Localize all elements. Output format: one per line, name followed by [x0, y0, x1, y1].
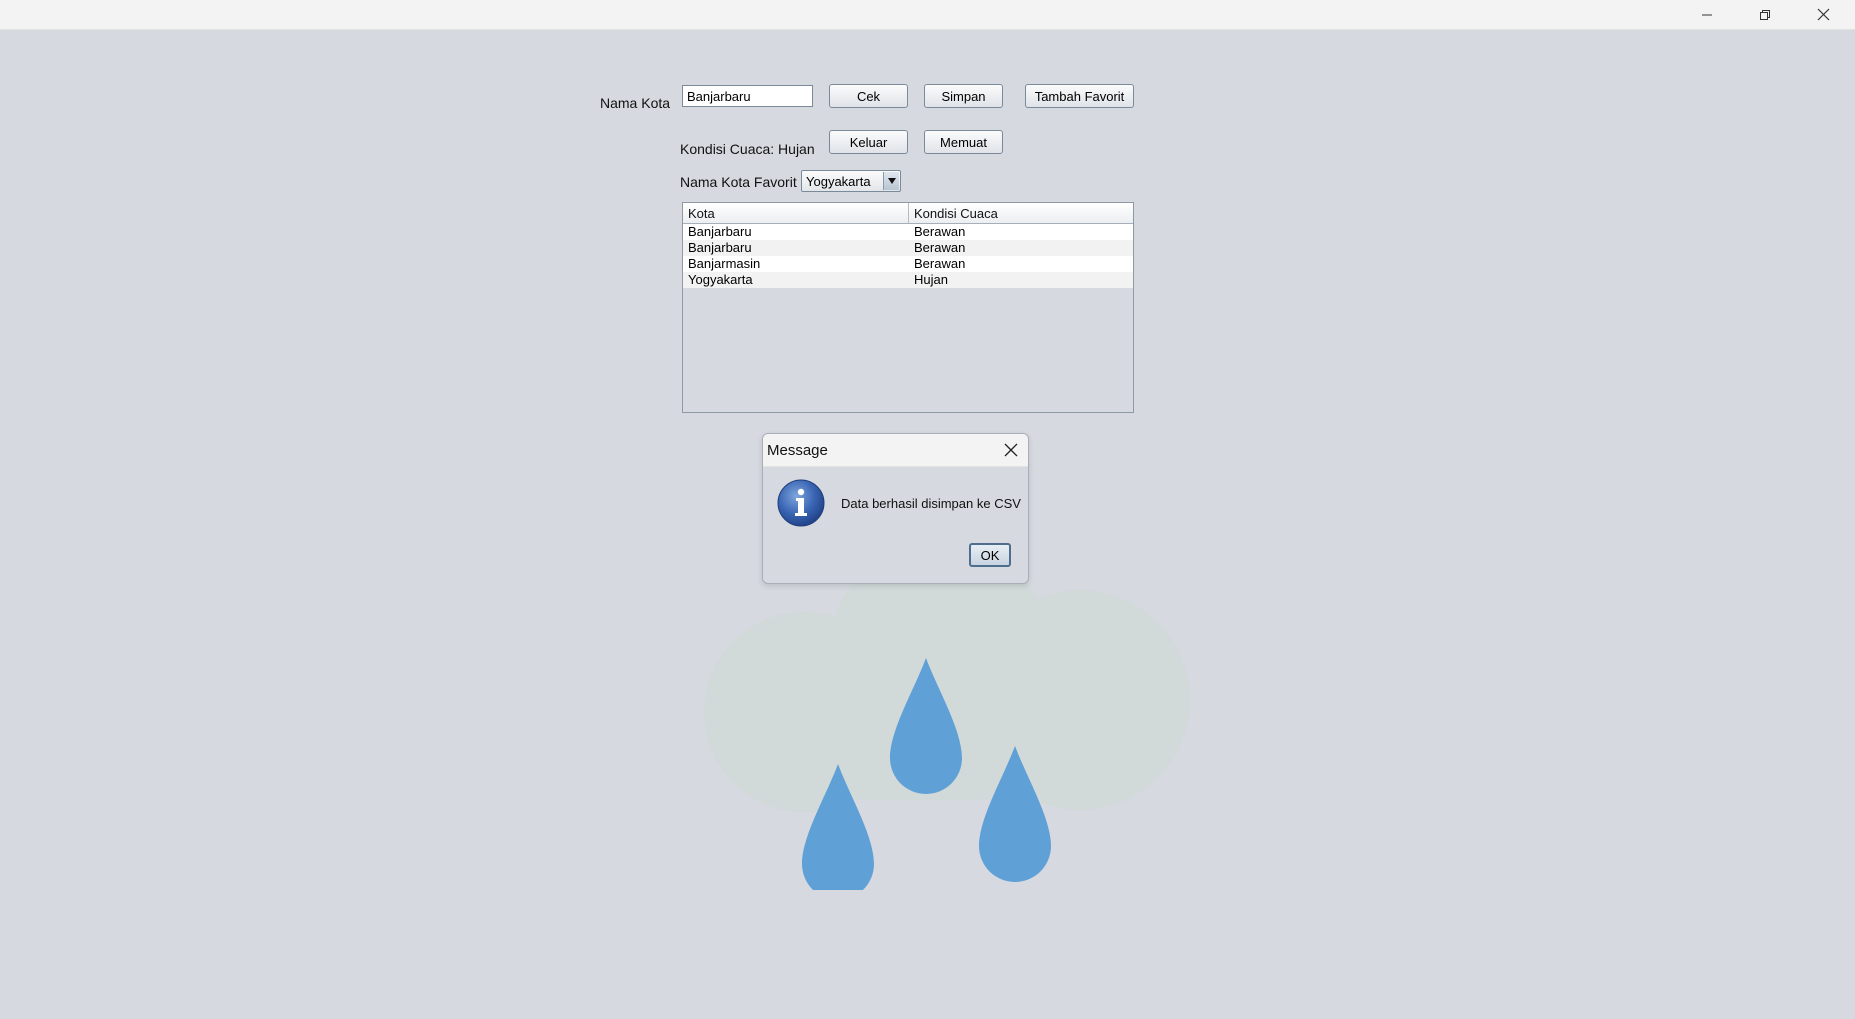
dialog-titlebar[interactable]: Message — [763, 434, 1028, 467]
dialog-message: Data berhasil disimpan ke CSV — [841, 496, 1021, 511]
weather-table[interactable]: Kota Kondisi Cuaca Banjarbaru Berawan Ba… — [682, 202, 1134, 413]
table-header: Kota Kondisi Cuaca — [683, 203, 1133, 224]
table-body: Banjarbaru Berawan Banjarbaru Berawan Ba… — [683, 224, 1133, 288]
cell-kondisi-cuaca: Berawan — [914, 256, 966, 271]
restore-icon — [1760, 9, 1770, 20]
table-row[interactable]: Banjarmasin Berawan — [683, 256, 1133, 272]
minimize-icon — [1702, 14, 1712, 15]
cek-button[interactable]: Cek — [829, 84, 908, 108]
tambah-favorit-button[interactable]: Tambah Favorit — [1025, 84, 1134, 108]
favorite-city-selected: Yogyakarta — [806, 174, 871, 189]
cell-kota: Yogyakarta — [688, 272, 753, 287]
memuat-button[interactable]: Memuat — [924, 130, 1003, 154]
restore-button[interactable] — [1736, 0, 1794, 29]
city-name-label: Nama Kota — [600, 95, 671, 111]
close-icon — [1004, 443, 1018, 457]
cell-kota: Banjarmasin — [688, 256, 761, 271]
column-header-kota[interactable]: Kota — [683, 203, 909, 223]
cell-kondisi-cuaca: Hujan — [914, 272, 948, 287]
table-row[interactable]: Yogyakarta Hujan — [683, 272, 1133, 288]
column-header-kondisi-cuaca[interactable]: Kondisi Cuaca — [909, 203, 1133, 223]
table-row[interactable]: Banjarbaru Berawan — [683, 240, 1133, 256]
message-dialog: Message Data berhasil disimpan ke CSV OK — [762, 433, 1029, 584]
favorite-city-dropdown[interactable]: Yogyakarta — [801, 170, 901, 192]
close-icon — [1817, 8, 1829, 21]
ok-button[interactable]: OK — [969, 543, 1011, 567]
keluar-button[interactable]: Keluar — [829, 130, 908, 154]
dialog-title: Message — [767, 442, 828, 459]
window-titlebar — [0, 0, 1855, 30]
city-name-input[interactable] — [682, 85, 813, 107]
minimize-button[interactable] — [1678, 0, 1736, 29]
chevron-down-icon — [887, 178, 896, 184]
cell-kondisi-cuaca: Berawan — [914, 240, 966, 255]
dropdown-arrow[interactable] — [883, 172, 899, 190]
cell-kota: Banjarbaru — [688, 240, 752, 255]
cell-kondisi-cuaca: Berawan — [914, 224, 966, 239]
cell-kota: Banjarbaru — [688, 224, 752, 239]
favorite-city-label: Nama Kota Favorit — [680, 174, 797, 190]
window-close-button[interactable] — [1794, 0, 1852, 29]
weather-condition-label: Kondisi Cuaca: Hujan — [680, 141, 815, 157]
dialog-close-button[interactable] — [1000, 439, 1022, 461]
simpan-button[interactable]: Simpan — [924, 84, 1003, 108]
info-icon — [777, 479, 825, 527]
table-row[interactable]: Banjarbaru Berawan — [683, 224, 1133, 240]
rain-cloud-icon — [704, 540, 1190, 890]
